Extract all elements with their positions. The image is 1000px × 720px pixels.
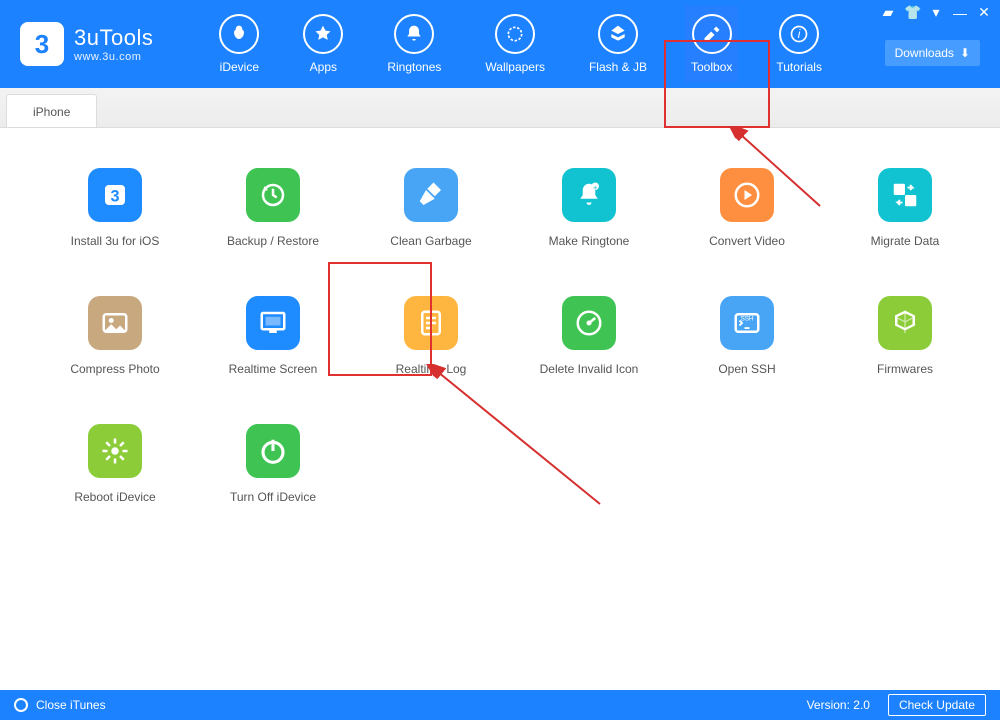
restore-icon [246,168,300,222]
nav-toolbox[interactable]: Toolbox [685,6,738,82]
ssh-icon: SSH [720,296,774,350]
nav-flash-jb[interactable]: Flash & JB [583,6,653,82]
tool-delete-invalid-icon[interactable]: Delete Invalid Icon [524,296,654,376]
window-controls: ▰ 👕 ▾ — ✕ [880,4,992,21]
tab-iphone[interactable]: iPhone [6,94,97,127]
svg-text:SSH: SSH [741,316,754,323]
ringtones-icon [394,14,434,54]
reboot-icon [88,424,142,478]
migrate-icon [878,168,932,222]
svg-text:3: 3 [110,187,119,205]
close-itunes-button[interactable]: Close iTunes [14,698,106,712]
tool-install-3u-for-ios[interactable]: 3Install 3u for iOS [50,168,180,248]
bell-icon: + [562,168,616,222]
tutorials-icon: i [779,14,819,54]
tool-open-ssh[interactable]: SSHOpen SSH [682,296,812,376]
app-logo: 3 3uTools www.3u.com [0,22,153,66]
nav-tutorials[interactable]: iTutorials [770,6,828,82]
circle-icon [14,698,28,712]
skin-icon[interactable]: 👕 [904,4,920,21]
idevice-icon [219,14,259,54]
svg-text:i: i [798,28,801,41]
screen-icon [246,296,300,350]
toolbox-icon [692,14,732,54]
cube-icon [878,296,932,350]
download-arrow-icon: ⬇ [960,46,970,60]
tool-realtime-log[interactable]: Realtime Log [366,296,496,376]
tool-firmwares[interactable]: Firmwares [840,296,970,376]
close-icon[interactable]: ✕ [976,4,992,21]
tool-clean-garbage[interactable]: Clean Garbage [366,168,496,248]
tool-turn-off-idevice[interactable]: Turn Off iDevice [208,424,338,504]
tool-realtime-screen[interactable]: Realtime Screen [208,296,338,376]
app-name: 3uTools [74,25,153,51]
log-icon [404,296,458,350]
svg-text:+: + [593,183,598,192]
logo-3-icon: 3 [20,22,64,66]
logo3-icon: 3 [88,168,142,222]
tool-grid: 3Install 3u for iOS Backup / Restore Clean… [50,168,960,504]
apps-icon [303,14,343,54]
downloads-button[interactable]: Downloads ⬇ [885,40,980,66]
nav-ringtones[interactable]: Ringtones [381,6,447,82]
tool-make-ringtone[interactable]: +Make Ringtone [524,168,654,248]
pin-icon[interactable]: ▾ [928,4,944,21]
photo-icon [88,296,142,350]
flash-jb-icon [598,14,638,54]
feedback-icon[interactable]: ▰ [880,4,896,21]
tool-convert-video[interactable]: Convert Video [682,168,812,248]
status-bar: Close iTunes Version: 2.0 Check Update [0,690,1000,720]
play-icon [720,168,774,222]
version-label: Version: 2.0 [807,698,870,712]
top-nav-bar: 3 3uTools www.3u.com iDevice Apps Ringtone… [0,0,1000,88]
nav-apps[interactable]: Apps [297,6,349,82]
nav-idevice[interactable]: iDevice [213,6,265,82]
tool-reboot-idevice[interactable]: Reboot iDevice [50,424,180,504]
tab-bar: iPhone [0,88,1000,128]
tool-migrate-data[interactable]: Migrate Data [840,168,970,248]
broom-icon [404,168,458,222]
minimize-icon[interactable]: — [952,5,968,21]
app-site: www.3u.com [74,51,153,63]
gauge-icon [562,296,616,350]
check-update-button[interactable]: Check Update [888,694,986,716]
power-icon [246,424,300,478]
tool-backup-restore[interactable]: Backup / Restore [208,168,338,248]
toolbox-content: 3Install 3u for iOS Backup / Restore Clean… [0,128,1000,690]
main-nav: iDevice Apps Ringtones Wallpapers Flash & JB… [213,6,828,82]
nav-wallpapers[interactable]: Wallpapers [479,6,551,82]
tool-compress-photo[interactable]: Compress Photo [50,296,180,376]
wallpapers-icon [495,14,535,54]
